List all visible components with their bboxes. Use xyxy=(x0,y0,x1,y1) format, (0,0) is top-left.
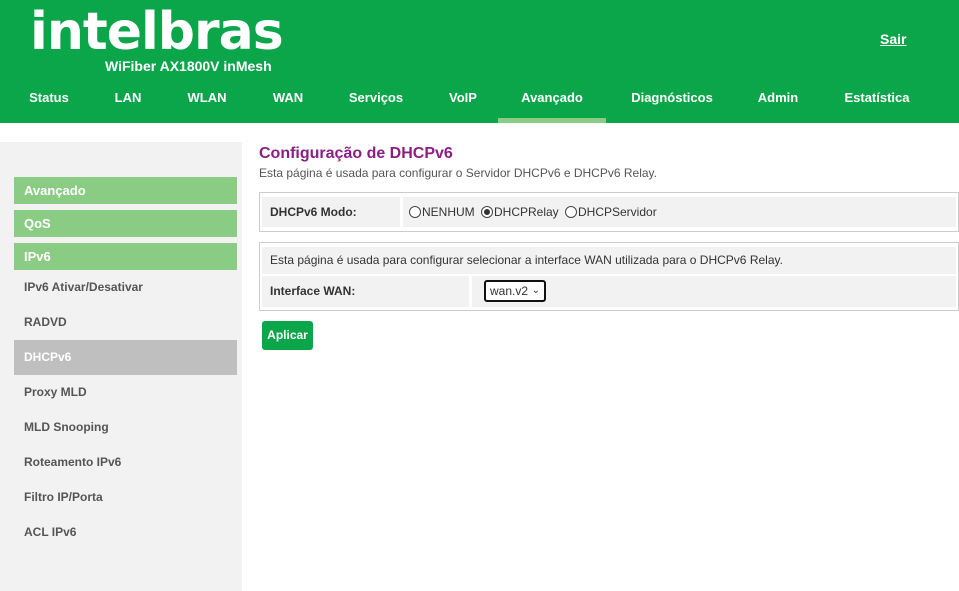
sidebar-item-roteamento-ipv6[interactable]: Roteamento IPv6 xyxy=(14,445,237,480)
radio-nenhum[interactable]: NENHUM xyxy=(409,197,475,227)
device-model: WiFiber AX1800V inMesh xyxy=(105,58,272,74)
nav-status[interactable]: Status xyxy=(17,84,81,123)
top-nav: Status LAN WLAN WAN Serviços VoIP Avança… xyxy=(0,84,959,123)
radio-dhcprelay-label: DHCPRelay xyxy=(494,205,559,219)
page-title: Configuração de DHCPv6 xyxy=(259,145,453,162)
relay-description: Esta página é usada para configurar sele… xyxy=(262,247,956,274)
apply-button[interactable]: Aplicar xyxy=(262,321,313,350)
sidebar-header-avancado[interactable]: Avançado xyxy=(14,177,237,204)
radio-dhcpservidor-label: DHCPServidor xyxy=(578,205,657,219)
sidebar-header-ipv6[interactable]: IPv6 xyxy=(14,243,237,270)
radio-dhcpservidor[interactable]: DHCPServidor xyxy=(565,197,657,227)
nav-admin[interactable]: Admin xyxy=(746,84,810,123)
wan-interface-value: wan.v2 xyxy=(490,284,529,298)
radio-circle-icon xyxy=(565,206,577,218)
nav-servicos[interactable]: Serviços xyxy=(338,84,414,123)
nav-lan[interactable]: LAN xyxy=(98,84,158,123)
header: intelbras WiFiber AX1800V inMesh Sair St… xyxy=(0,0,959,123)
dhcpv6-mode-options: NENHUM DHCPRelay DHCPServidor xyxy=(403,197,956,227)
nav-wlan[interactable]: WLAN xyxy=(172,84,242,123)
wan-interface-label: Interface WAN: xyxy=(262,276,469,307)
sidebar-item-filtro-ip-porta[interactable]: Filtro IP/Porta xyxy=(14,480,237,515)
chevron-down-icon: ⌄ xyxy=(531,285,540,296)
wan-interface-select[interactable]: wan.v2 ⌄ xyxy=(484,280,546,302)
logout-link[interactable]: Sair xyxy=(880,31,906,47)
page-description: Esta página é usada para configurar o Se… xyxy=(259,166,657,180)
nav-avancado[interactable]: Avançado xyxy=(498,84,606,123)
wan-interface-cell: wan.v2 ⌄ xyxy=(472,276,956,307)
nav-wan[interactable]: WAN xyxy=(258,84,318,123)
nav-diagnosticos[interactable]: Diagnósticos xyxy=(622,84,722,123)
relay-section: Esta página é usada para configurar sele… xyxy=(259,242,959,311)
radio-circle-checked-icon xyxy=(481,206,493,218)
radio-nenhum-label: NENHUM xyxy=(422,205,475,219)
dhcpv6-mode-section: DHCPv6 Modo: NENHUM DHCPRelay DHCPServid… xyxy=(259,192,959,232)
nav-voip[interactable]: VoIP xyxy=(436,84,490,123)
sidebar-item-proxy-mld[interactable]: Proxy MLD xyxy=(14,375,237,410)
dhcpv6-mode-label: DHCPv6 Modo: xyxy=(262,197,400,227)
radio-dhcprelay[interactable]: DHCPRelay xyxy=(481,197,559,227)
radio-circle-icon xyxy=(409,206,421,218)
sidebar-item-dhcpv6[interactable]: DHCPv6 xyxy=(14,340,237,375)
sidebar-item-mld-snooping[interactable]: MLD Snooping xyxy=(14,410,237,445)
sidebar-item-radvd[interactable]: RADVD xyxy=(14,305,237,340)
sidebar-header-qos[interactable]: QoS xyxy=(14,210,237,237)
sidebar: Avançado QoS IPv6 IPv6 Ativar/Desativar … xyxy=(0,142,242,591)
sidebar-item-acl-ipv6[interactable]: ACL IPv6 xyxy=(14,515,237,550)
nav-estatistica[interactable]: Estatística xyxy=(834,84,920,123)
sidebar-item-ipv6-ativar[interactable]: IPv6 Ativar/Desativar xyxy=(14,270,237,305)
intelbras-logo: intelbras xyxy=(30,2,284,62)
